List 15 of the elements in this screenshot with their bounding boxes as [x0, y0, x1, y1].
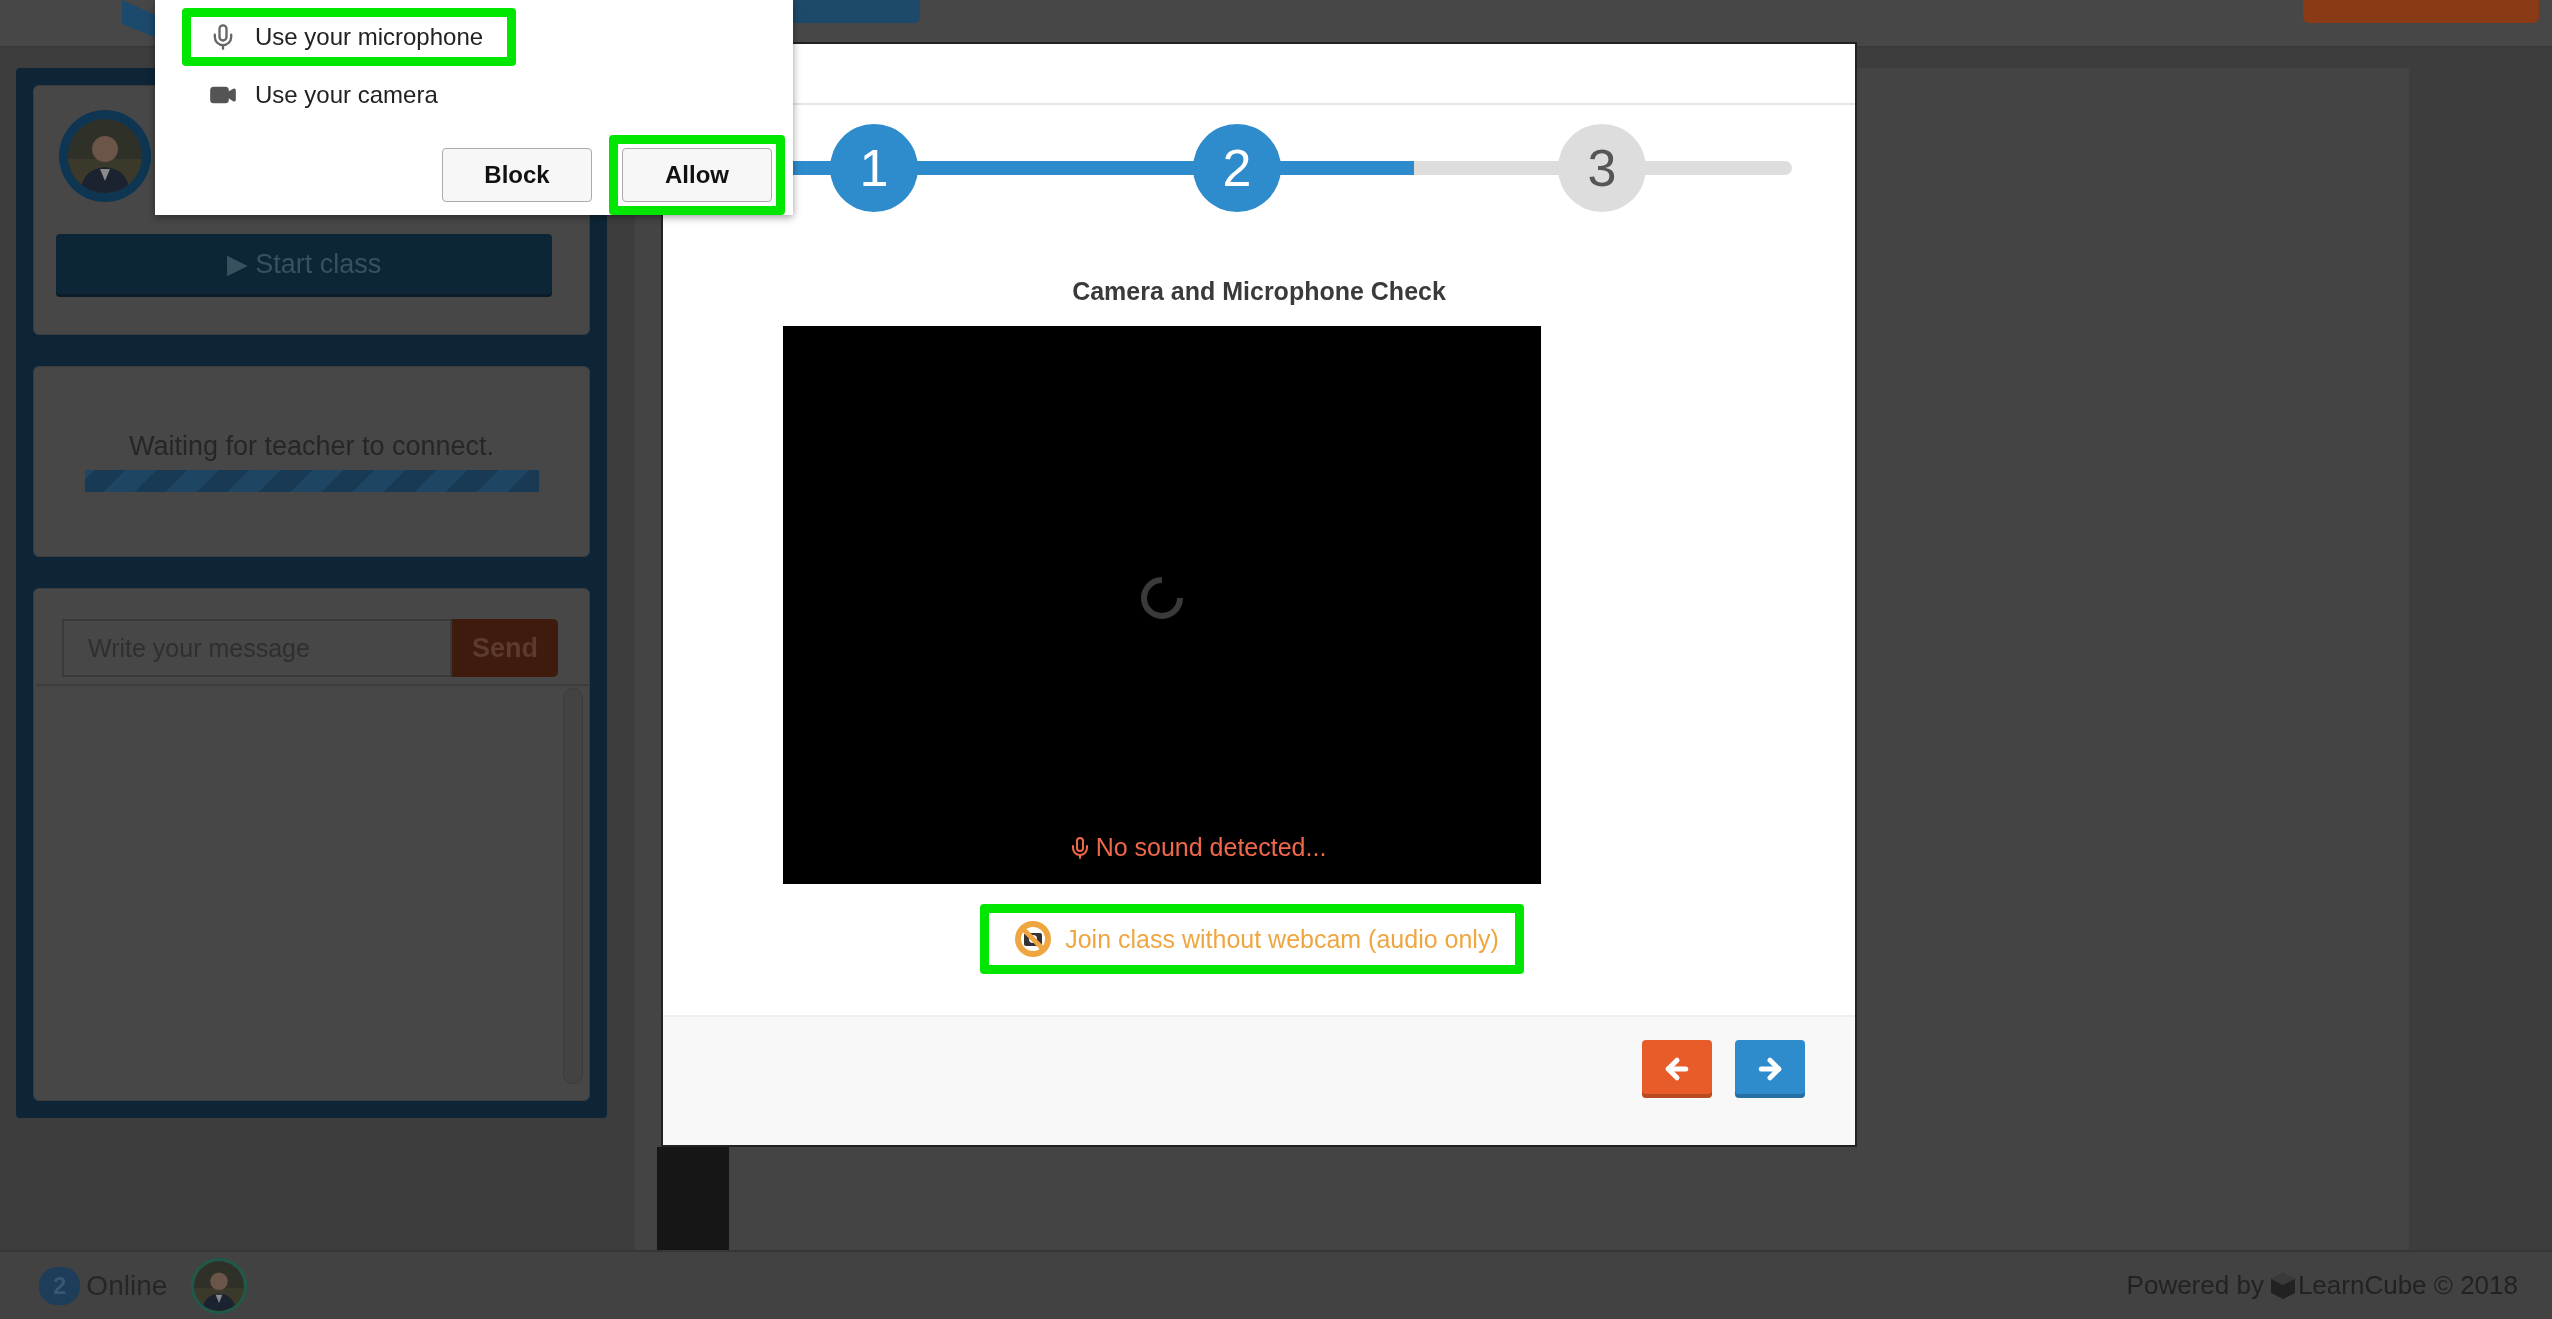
permission-label: Use your microphone [255, 23, 484, 51]
permission-label: Use your camera [255, 81, 438, 109]
step-circle: 3 [1558, 124, 1646, 212]
audio-only-link[interactable]: Join class without webcam (audio only) [989, 913, 1515, 965]
no-camera-icon [1013, 919, 1054, 959]
permission-button[interactable]: Block [442, 148, 592, 202]
status-text: No sound detected... [1095, 833, 1327, 862]
permission-button[interactable]: Allow [622, 148, 772, 202]
cube-icon [2269, 1271, 2296, 1300]
back-button[interactable] [1642, 1040, 1712, 1098]
next-button[interactable] [1735, 1040, 1805, 1098]
step-circle: 2 [1193, 124, 1281, 212]
spinner-icon [1140, 576, 1184, 620]
step-circle: 1 [830, 124, 918, 212]
dialog-title: Camera and Microphone Check [1071, 277, 1447, 306]
